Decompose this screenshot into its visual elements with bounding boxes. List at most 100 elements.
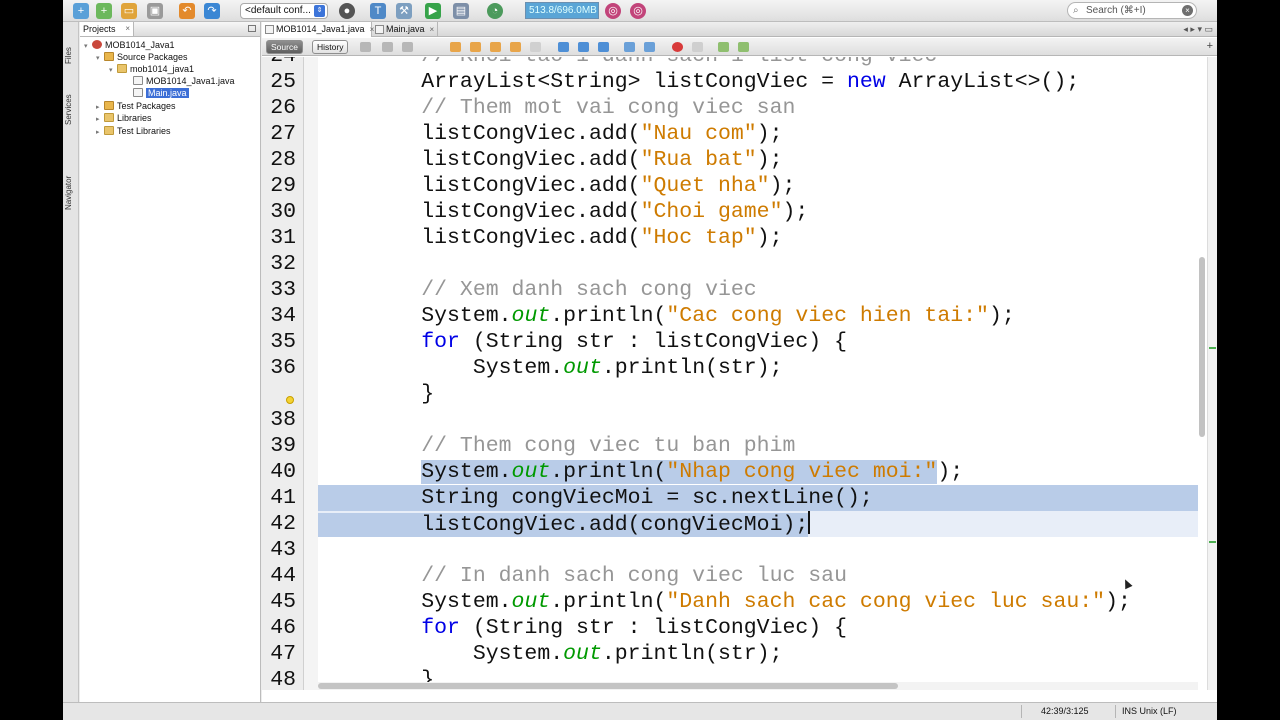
code-line[interactable]: System.out.println("Danh sach cac cong v…	[318, 589, 1198, 615]
code-line[interactable]: // Khoi tao 1 danh sach 1 list cong viec	[318, 57, 1198, 69]
comment-icon[interactable]	[718, 42, 729, 52]
code-line[interactable]: System.out.println("Cac cong viec hien t…	[318, 303, 1198, 329]
expand-arrow-icon[interactable]: ▾	[109, 65, 117, 77]
expand-arrow-icon[interactable]: ▾	[84, 41, 92, 53]
tab-mob1014-java1[interactable]: MOB1014_Java1.java ×	[262, 22, 374, 37]
code-line[interactable]: listCongViec.add("Hoc tap");	[318, 225, 1198, 251]
close-tab-icon[interactable]: ×	[430, 25, 435, 34]
string-literal: "Quet nha"	[640, 174, 770, 198]
vertical-scrollbar[interactable]	[1199, 257, 1205, 437]
stripe-marker[interactable]	[1209, 541, 1216, 543]
tree-item-project[interactable]: ▾ MOB1014_Java1	[84, 39, 175, 51]
shift-right-icon[interactable]	[644, 42, 655, 52]
find-next-icon[interactable]	[490, 42, 501, 52]
code-line[interactable]	[318, 537, 1198, 563]
tree-item-package[interactable]: ▾ mob1014_java1	[109, 63, 194, 75]
toggle-search-icon[interactable]	[530, 42, 541, 52]
restore-window-icon[interactable]: ▭	[1204, 24, 1213, 34]
code-area[interactable]: 24 25 26 27 28 29 30 31 32 33 34 35 36 3…	[262, 57, 1217, 690]
source-button[interactable]: Source	[266, 40, 303, 54]
find-icon[interactable]	[450, 42, 461, 52]
code-line[interactable]: listCongViec.add("Rua bat");	[318, 147, 1198, 173]
navigator-tab[interactable]: Navigator	[64, 170, 78, 216]
code-line[interactable]	[318, 407, 1198, 433]
line-number: 35	[270, 330, 296, 354]
hint-bulb-icon[interactable]	[286, 396, 294, 404]
code-line[interactable]: listCongViec.add("Nau com");	[318, 121, 1198, 147]
code-token: listCongViec.add(	[421, 148, 641, 172]
services-tab[interactable]: Services	[64, 90, 78, 130]
uncomment-icon[interactable]	[738, 42, 749, 52]
toggle-bookmark-icon[interactable]	[598, 42, 609, 52]
error-stripe[interactable]	[1207, 57, 1217, 690]
tree-item-test-libraries[interactable]: ▸ Test Libraries	[96, 125, 171, 137]
code-line[interactable]: for (String str : listCongViec) {	[318, 615, 1198, 641]
debug-icon[interactable]: ▤	[453, 3, 469, 19]
memory-usage-bar[interactable]: 513.8/696.0MB	[525, 2, 599, 19]
code-line[interactable]: System.out.println(str);	[318, 355, 1198, 381]
stripe-marker[interactable]	[1209, 347, 1216, 349]
run-icon[interactable]: ▶	[425, 3, 441, 19]
tab-list-icon[interactable]: ▾	[1197, 24, 1202, 34]
tree-item-libraries[interactable]: ▸ Libraries	[96, 112, 152, 124]
scroll-left-icon[interactable]: ◂	[1183, 24, 1188, 34]
code-line-selected[interactable]: String congViecMoi = sc.nextLine();	[318, 485, 1198, 511]
scroll-right-icon[interactable]: ▸	[1190, 24, 1195, 34]
tree-item-test-packages[interactable]: ▸ Test Packages	[96, 100, 176, 112]
toggle-highlight-icon[interactable]	[510, 42, 521, 52]
code-line[interactable]: // In danh sach cong viec luc sau	[318, 563, 1198, 589]
clean-build-icon[interactable]: ⚒	[396, 3, 412, 19]
history-button[interactable]: History	[312, 40, 349, 54]
profile-icon[interactable]: ◔	[487, 3, 503, 19]
shift-left-icon[interactable]	[624, 42, 635, 52]
code-line[interactable]: // Them mot vai cong viec san	[318, 95, 1198, 121]
code-line[interactable]: System.out.println(str);	[318, 641, 1198, 667]
minimize-panel-icon[interactable]	[248, 25, 256, 32]
clear-search-icon[interactable]: ×	[1182, 5, 1193, 16]
files-tab[interactable]: Files	[64, 44, 78, 68]
redo-icon[interactable]: ↷	[204, 3, 220, 19]
next-bookmark-icon[interactable]	[578, 42, 589, 52]
new-project-icon[interactable]: +	[96, 3, 112, 19]
back-icon[interactable]	[382, 42, 393, 52]
gc-icon[interactable]: ◎	[605, 3, 621, 19]
profiler-icon[interactable]: ◎	[630, 3, 646, 19]
prev-bookmark-icon[interactable]	[558, 42, 569, 52]
tab-main[interactable]: Main.java ×	[372, 22, 438, 37]
forward-icon[interactable]	[402, 42, 413, 52]
find-previous-icon[interactable]	[470, 42, 481, 52]
start-macro-icon[interactable]	[672, 42, 683, 52]
search-input[interactable]: ⌕ Search (⌘+I) ×	[1067, 2, 1197, 19]
collapse-arrow-icon[interactable]: ▸	[96, 127, 104, 139]
tree-item-file1[interactable]: MOB1014_Java1.java	[125, 75, 235, 87]
code-line-current[interactable]: listCongViec.add(congViecMoi);	[318, 511, 1198, 537]
code-line[interactable]: // Them cong viec tu ban phim	[318, 433, 1198, 459]
last-edit-icon[interactable]	[360, 42, 371, 52]
build-hammer-icon[interactable]: T	[370, 3, 386, 19]
undo-icon[interactable]: ↶	[179, 3, 195, 19]
tree-item-file2[interactable]: Main.java	[125, 87, 189, 99]
horizontal-scroll-thumb[interactable]	[318, 683, 898, 689]
code-line[interactable]: // Xem danh sach cong viec	[318, 277, 1198, 303]
split-editor-icon[interactable]: +	[1207, 40, 1213, 52]
save-all-icon[interactable]: ▣	[147, 3, 163, 19]
projects-tab[interactable]: Projects ×	[80, 22, 134, 36]
build-target-icon[interactable]: ●	[339, 3, 355, 19]
close-icon[interactable]: ×	[125, 22, 130, 36]
open-project-icon[interactable]: ▭	[121, 3, 137, 19]
tree-item-source-packages[interactable]: ▾ Source Packages	[96, 51, 188, 63]
code-token: System.	[472, 642, 564, 666]
code-line[interactable]: for (String str : listCongViec) {	[318, 329, 1198, 355]
code-line[interactable]: listCongViec.add("Quet nha");	[318, 173, 1198, 199]
code-line[interactable]: listCongViec.add("Choi game");	[318, 199, 1198, 225]
new-file-icon[interactable]: +	[73, 3, 89, 19]
code-line[interactable]: }	[318, 381, 1198, 407]
code-line[interactable]: ArrayList<String> listCongViec = new Arr…	[318, 69, 1198, 95]
line-number: 29	[270, 174, 296, 198]
code-line-selected[interactable]: System.out.println("Nhap cong viec moi:"…	[318, 459, 1198, 485]
horizontal-scrollbar[interactable]	[318, 682, 1198, 690]
expand-arrow-icon[interactable]: ▾	[96, 53, 104, 65]
configuration-select[interactable]: <default conf... ⇕	[240, 3, 328, 19]
code-line[interactable]	[318, 251, 1198, 277]
stop-macro-icon[interactable]	[692, 42, 703, 52]
